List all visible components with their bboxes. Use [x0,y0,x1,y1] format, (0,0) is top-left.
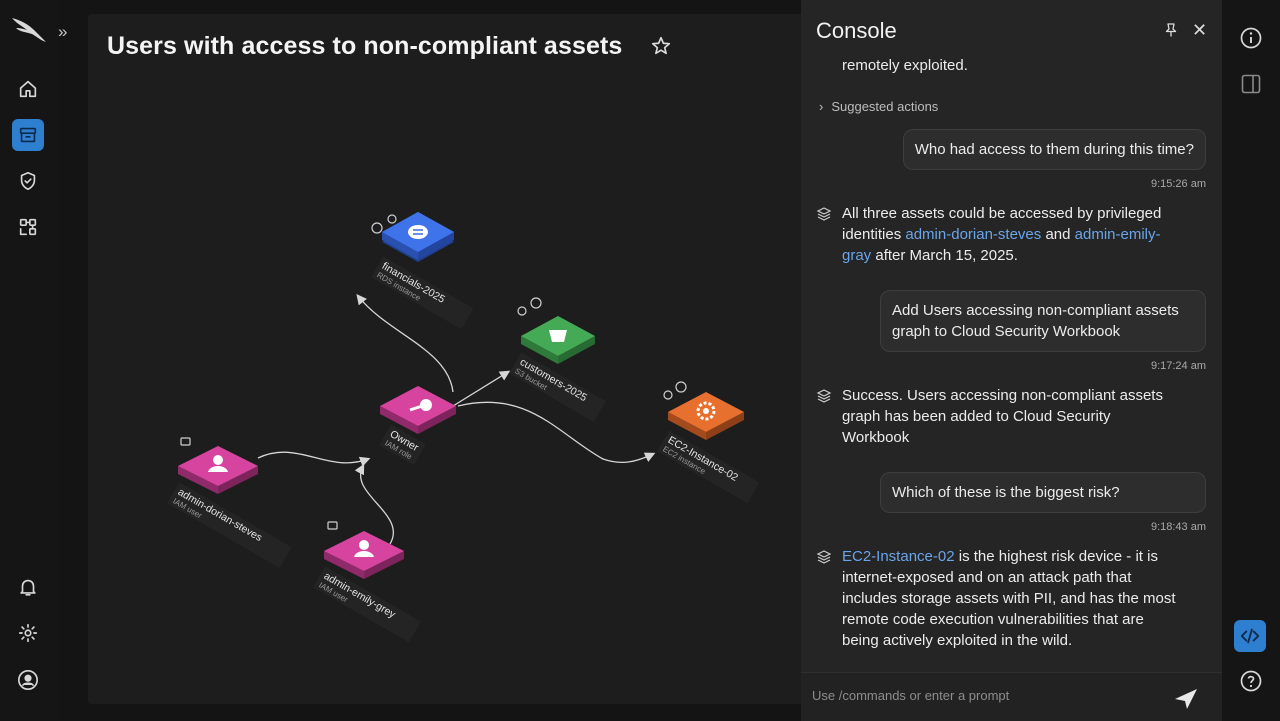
asset-link[interactable]: EC2-Instance-02 [842,548,955,565]
close-icon[interactable]: ✕ [1192,20,1207,41]
identity-link[interactable]: admin-dorian-steves [905,226,1041,243]
left-nav-rail [0,0,58,720]
nav-profile[interactable] [12,664,44,696]
expand-nav-chevron-icon[interactable]: » [58,22,67,42]
user-message: Add Users accessing non-compliant assets… [880,290,1206,352]
node-label-financials: financials-2025RDS instance [371,256,474,330]
asset-graph: financials-2025RDS instancecustomers-202… [167,212,760,643]
message-timestamp: 9:15:26 am [1150,178,1206,190]
assistant-layers-icon [816,207,832,221]
console-title: Console [816,18,897,43]
code-button[interactable] [1234,620,1266,652]
edge-owner-customers [452,370,511,407]
pin-icon[interactable] [1163,22,1179,38]
user-message: Who had access to them during this time? [902,129,1206,170]
send-arrow-icon[interactable] [1171,683,1201,713]
database-badge-icon [387,214,397,224]
nav-workbooks[interactable] [12,119,44,151]
globe-badge-icon [675,381,687,393]
prompt-placeholder: Use /commands or enter a prompt [812,688,1010,703]
assistant-message: EC2-Instance-02 is the highest risk devi… [842,548,1176,649]
node-customers-2025[interactable] [517,297,595,364]
node-admin-dorian-steves[interactable] [178,437,258,494]
node-financials-2025[interactable] [371,212,454,262]
message-timestamp: 9:18:43 am [1150,521,1206,533]
assistant-layers-icon [816,550,832,564]
node-label-dorian: admin-dorian-stevesIAM user [167,482,292,568]
assistant-message: Success. Users accessing non-compliant a… [842,387,1163,446]
side-panel-icon[interactable] [1239,72,1263,96]
gear-icon [18,623,38,643]
falcon-logo-icon[interactable] [10,14,48,44]
laptop-badge-icon [180,437,191,446]
node-ec2-instance-02[interactable] [663,381,744,440]
node-label-emily: admin-emily-greyIAM user [313,566,421,643]
edge-owner-ec2 [457,401,656,463]
code-brackets-icon [1240,628,1260,644]
shield-check-icon [20,171,36,191]
graph-canvas: Users with access to non-compliant asset… [88,14,804,704]
home-icon [19,80,37,98]
user-avatar-icon [18,670,38,690]
user-message: Which of these is the biggest risk? [880,472,1206,513]
assistant-message: All three assets could be accessed by pr… [842,205,1162,264]
suggested-actions-label: Suggested actions [831,99,939,114]
message-timestamp: 9:17:24 am [1150,360,1206,372]
globe-badge-icon [371,222,383,234]
nav-notifications[interactable] [12,571,44,603]
edge-dorian-owner [257,451,371,467]
help-icon[interactable] [1239,669,1263,693]
chevron-right-icon: › [819,99,824,114]
prompt-input[interactable]: Use /commands or enter a prompt [801,672,1222,721]
suggested-actions-toggle[interactable]: › Suggested actions [819,99,938,114]
shield-badge-icon [517,306,527,316]
right-rail [1222,0,1280,720]
globe-badge-icon [530,297,542,309]
nav-home[interactable] [12,73,44,105]
nav-graph[interactable] [12,211,44,243]
node-label-ec2: EC2-Instance-02EC2 instance [657,430,760,504]
nav-settings[interactable] [12,617,44,649]
nav-security[interactable] [12,165,44,197]
laptop-badge-icon [327,521,338,530]
archive-box-icon [19,127,37,143]
node-admin-emily-grey[interactable] [324,521,404,579]
info-icon[interactable] [1239,26,1263,50]
console-panel: Console ✕ remotely exploited. › Suggested… [801,0,1222,721]
connected-graph-icon [19,218,37,236]
assistant-message: remotely exploited. [842,57,968,74]
assistant-layers-icon [816,389,832,403]
bell-icon [20,579,36,596]
shield-badge-icon [663,390,673,400]
